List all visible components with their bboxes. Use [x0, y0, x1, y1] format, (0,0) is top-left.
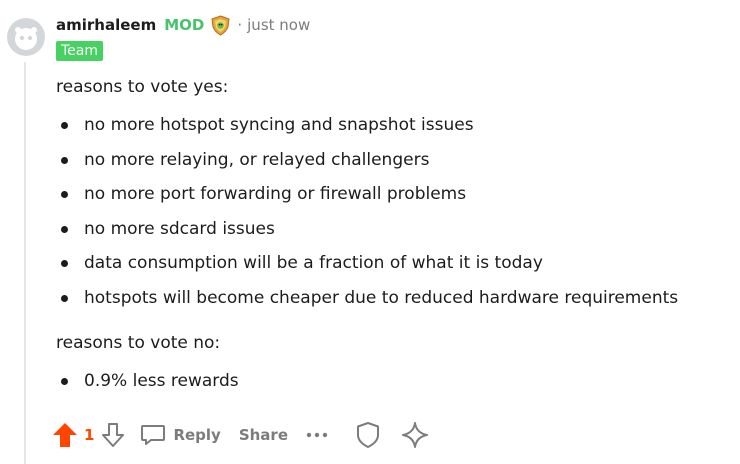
comment-actions: 1 Reply Share [52, 419, 429, 451]
no-heading: reasons to vote no: [56, 332, 221, 353]
thread-line[interactable] [24, 62, 26, 464]
timestamp[interactable]: just now [247, 16, 310, 34]
list-item: no more port forwarding or firewall prob… [56, 177, 726, 212]
list-item: no more relaying, or relayed challengers [56, 143, 726, 178]
vote-count: 1 [84, 426, 95, 444]
comment-body: reasons to vote yes: no more hotspot syn… [56, 74, 726, 398]
downvote-icon[interactable] [100, 421, 126, 449]
list-item: data consumption will be a fraction of w… [56, 246, 726, 281]
comment-header: amirhaleem MOD · just now [56, 14, 310, 36]
chat-bubble-icon [140, 423, 166, 447]
list-item: 0.9% less rewards [56, 364, 726, 399]
avatar[interactable] [7, 18, 45, 56]
username[interactable]: amirhaleem [56, 16, 156, 34]
yes-heading: reasons to vote yes: [56, 77, 229, 97]
reply-button[interactable]: Reply [140, 423, 221, 447]
yes-list: no more hotspot syncing and snapshot iss… [56, 108, 726, 316]
upvote-icon[interactable] [52, 421, 78, 449]
more-dots-icon[interactable] [306, 431, 328, 439]
list-item: no more hotspot syncing and snapshot iss… [56, 108, 726, 143]
shield-icon[interactable] [355, 421, 381, 449]
no-list: 0.9% less rewards [56, 364, 726, 399]
list-item: no more sdcard issues [56, 212, 726, 247]
sparkle-icon[interactable] [401, 421, 429, 449]
shield-badge-icon [210, 14, 231, 36]
list-item: hotspots will become cheaper due to redu… [56, 281, 726, 316]
comment: amirhaleem MOD · just now Team reasons t… [0, 0, 740, 464]
reply-label: Reply [173, 426, 221, 444]
separator-dot: · [237, 16, 243, 34]
share-button[interactable]: Share [239, 426, 288, 444]
mod-label: MOD [164, 16, 205, 34]
user-flair: Team [56, 41, 104, 61]
